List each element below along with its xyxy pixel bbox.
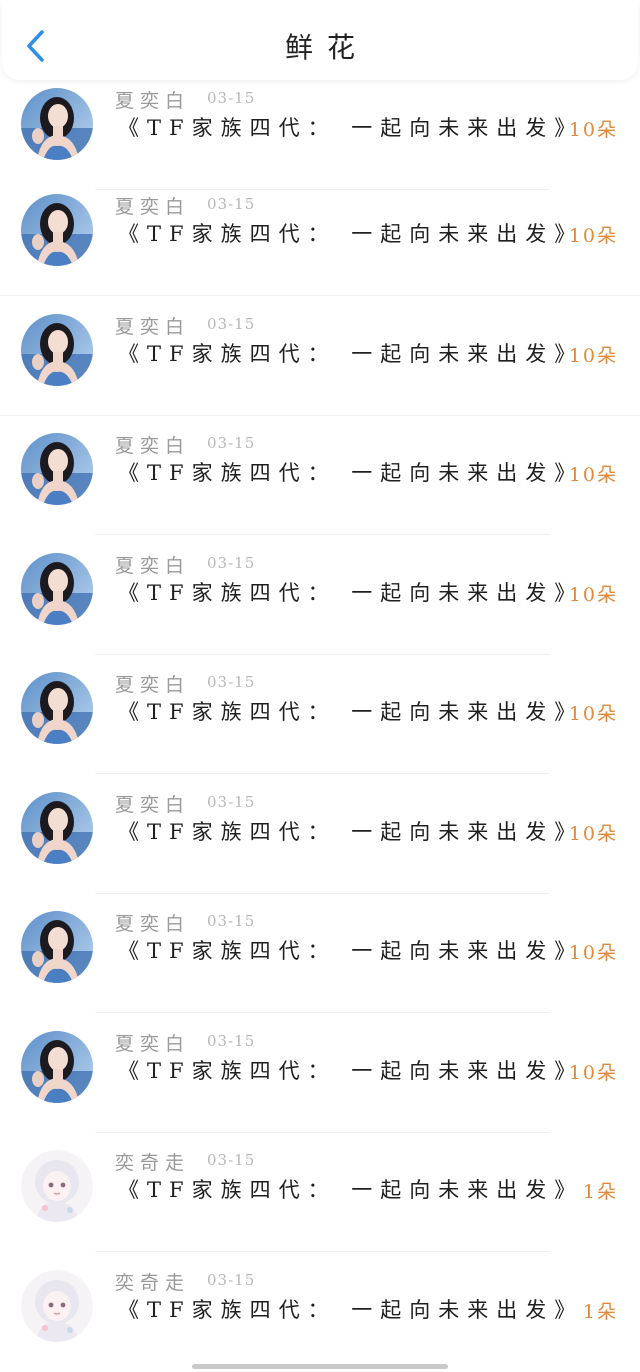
portrait-image xyxy=(21,88,93,160)
anime-portrait-image xyxy=(21,1270,93,1342)
portrait-image xyxy=(21,194,93,266)
gift-title: 《TF家族四代： 一起向未来出发》 xyxy=(118,820,584,844)
gift-date: 03-15 xyxy=(207,195,256,213)
avatar[interactable] xyxy=(21,194,93,266)
sender-name: 夏奕白 xyxy=(115,316,191,338)
gift-date: 03-15 xyxy=(207,1271,256,1289)
portrait-image xyxy=(21,672,93,744)
page-title: 鲜花 xyxy=(284,31,369,64)
list-item[interactable]: 夏奕白 03-15 《TF家族四代： 一起向未来出发》 10朵 xyxy=(0,774,640,894)
flower-quantity: 10朵 xyxy=(568,942,618,964)
gift-title: 《TF家族四代： 一起向未来出发》 xyxy=(118,700,584,724)
gift-title: 《TF家族四代： 一起向未来出发》 xyxy=(118,581,584,605)
gift-date: 03-15 xyxy=(207,554,256,572)
flower-quantity: 1朵 xyxy=(582,1181,618,1203)
portrait-image xyxy=(21,553,93,625)
avatar[interactable] xyxy=(21,88,93,160)
flower-quantity: 10朵 xyxy=(568,119,618,141)
gift-date: 03-15 xyxy=(207,89,256,107)
gift-date: 03-15 xyxy=(207,673,256,691)
portrait-image xyxy=(21,1031,93,1103)
list-item[interactable]: 夏奕白 03-15 《TF家族四代： 一起向未来出发》 10朵 xyxy=(0,654,640,774)
list-item[interactable]: 夏奕白 03-15 《TF家族四代： 一起向未来出发》 10朵 xyxy=(0,296,640,416)
sender-name: 夏奕白 xyxy=(115,913,191,935)
sender-name: 夏奕白 xyxy=(115,196,191,218)
sender-name: 夏奕白 xyxy=(115,794,191,816)
avatar[interactable] xyxy=(21,433,93,505)
avatar[interactable] xyxy=(21,1270,93,1342)
list-item[interactable]: 夏奕白 03-15 《TF家族四代： 一起向未来出发》 10朵 xyxy=(0,70,640,190)
gift-date: 03-15 xyxy=(207,912,256,930)
home-indicator xyxy=(192,1364,448,1369)
sender-name: 夏奕白 xyxy=(115,555,191,577)
sender-name: 夏奕白 xyxy=(115,90,191,112)
list-item[interactable]: 夏奕白 03-15 《TF家族四代： 一起向未来出发》 10朵 xyxy=(0,535,640,655)
flower-quantity: 1朵 xyxy=(582,1301,618,1323)
gift-title: 《TF家族四代： 一起向未来出发》 xyxy=(118,116,584,140)
flower-quantity: 10朵 xyxy=(568,345,618,367)
gift-title: 《TF家族四代： 一起向未来出发》 xyxy=(118,939,584,963)
avatar[interactable] xyxy=(21,672,93,744)
list-item[interactable]: 奕奇走 03-15 《TF家族四代： 一起向未来出发》 1朵 xyxy=(0,1132,640,1252)
sender-name: 夏奕白 xyxy=(115,435,191,457)
sender-name: 奕奇走 xyxy=(115,1152,191,1174)
sender-name: 奕奇走 xyxy=(115,1272,191,1294)
gift-title: 《TF家族四代： 一起向未来出发》 xyxy=(118,1178,584,1202)
gift-date: 03-15 xyxy=(207,315,256,333)
gift-date: 03-15 xyxy=(207,1151,256,1169)
nav-header: 鲜花 xyxy=(2,0,638,80)
sender-name: 夏奕白 xyxy=(115,1033,191,1055)
flower-quantity: 10朵 xyxy=(568,703,618,725)
portrait-image xyxy=(21,433,93,505)
avatar[interactable] xyxy=(21,911,93,983)
avatar[interactable] xyxy=(21,314,93,386)
gift-date: 03-15 xyxy=(207,1032,256,1050)
portrait-image xyxy=(21,314,93,386)
gift-title: 《TF家族四代： 一起向未来出发》 xyxy=(118,342,584,366)
list-item[interactable]: 夏奕白 03-15 《TF家族四代： 一起向未来出发》 10朵 xyxy=(0,176,640,296)
gift-date: 03-15 xyxy=(207,434,256,452)
gift-title: 《TF家族四代： 一起向未来出发》 xyxy=(118,222,584,246)
flower-quantity: 10朵 xyxy=(568,225,618,247)
flower-quantity: 10朵 xyxy=(568,1062,618,1084)
portrait-image xyxy=(21,792,93,864)
flower-quantity: 10朵 xyxy=(568,584,618,606)
gift-title: 《TF家族四代： 一起向未来出发》 xyxy=(118,461,584,485)
avatar[interactable] xyxy=(21,1150,93,1222)
anime-portrait-image xyxy=(21,1150,93,1222)
gift-title: 《TF家族四代： 一起向未来出发》 xyxy=(118,1298,584,1322)
flower-quantity: 10朵 xyxy=(568,823,618,845)
list-item[interactable]: 夏奕白 03-15 《TF家族四代： 一起向未来出发》 10朵 xyxy=(0,893,640,1013)
gift-date: 03-15 xyxy=(207,793,256,811)
list-item[interactable]: 夏奕白 03-15 《TF家族四代： 一起向未来出发》 10朵 xyxy=(0,1013,640,1133)
gift-title: 《TF家族四代： 一起向未来出发》 xyxy=(118,1059,584,1083)
sender-name: 夏奕白 xyxy=(115,674,191,696)
portrait-image xyxy=(21,911,93,983)
avatar[interactable] xyxy=(21,792,93,864)
list-item[interactable]: 夏奕白 03-15 《TF家族四代： 一起向未来出发》 10朵 xyxy=(0,415,640,535)
avatar[interactable] xyxy=(21,553,93,625)
list-item[interactable]: 奕奇走 03-15 《TF家族四代： 一起向未来出发》 1朵 xyxy=(0,1252,640,1372)
avatar[interactable] xyxy=(21,1031,93,1103)
flower-quantity: 10朵 xyxy=(568,464,618,486)
